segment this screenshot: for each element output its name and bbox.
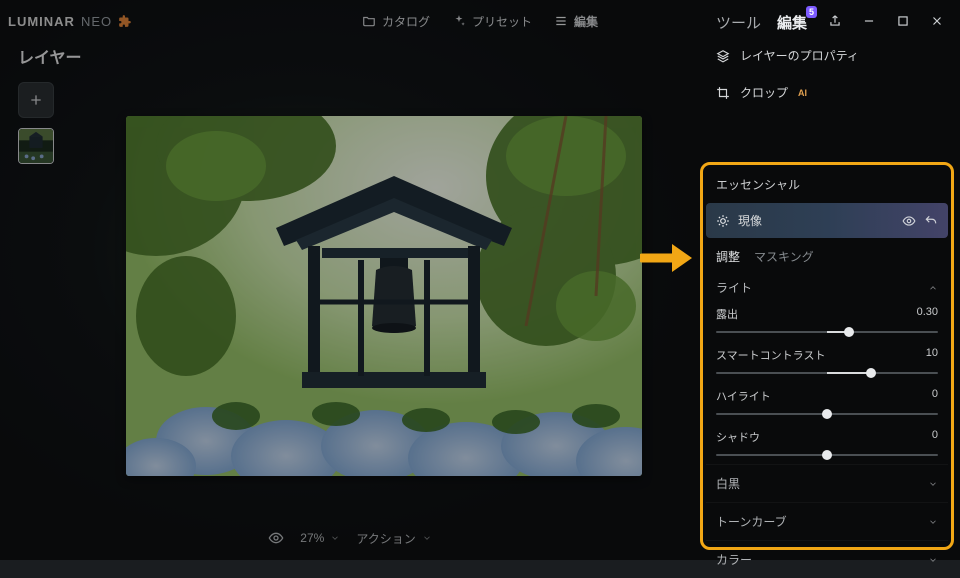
plus-icon (28, 92, 44, 108)
layer-properties-label: レイヤーのプロパティ (740, 47, 859, 64)
slider-value: 0 (932, 388, 938, 404)
layer-thumbnail[interactable] (18, 128, 54, 164)
slider-thumb[interactable] (822, 450, 832, 460)
sun-icon (716, 214, 730, 228)
share-icon[interactable] (828, 14, 842, 28)
nav-catalog-label: カタログ (382, 13, 430, 30)
canvas-image (126, 116, 642, 476)
logo-sub: NEO (81, 14, 112, 29)
subtab-masking[interactable]: マスキング (754, 248, 814, 265)
layer-properties-row[interactable]: レイヤーのプロパティ (700, 37, 960, 74)
nav-catalog[interactable]: カタログ (362, 13, 430, 30)
maximize-icon[interactable] (896, 14, 910, 28)
nav-edit-label: 編集 (574, 13, 598, 30)
eye-icon (268, 530, 284, 546)
slider-label: シャドウ (716, 429, 760, 445)
actions-menu[interactable]: アクション (356, 530, 431, 547)
slider-thumb[interactable] (822, 409, 832, 419)
window-controls (812, 0, 960, 42)
tool-row-label: トーンカーブ (716, 513, 787, 530)
slider-track[interactable] (716, 325, 938, 339)
crop-row[interactable]: クロップ AI (700, 74, 960, 111)
nav-edit[interactable]: 編集 (554, 13, 598, 30)
chevron-down-icon (422, 533, 432, 543)
puzzle-icon (118, 14, 132, 28)
thumbnail-image (19, 129, 53, 163)
chevron-down-icon (928, 517, 938, 527)
crop-label: クロップ (740, 84, 788, 101)
slider-label: スマートコントラスト (716, 347, 825, 363)
sliders-icon (554, 14, 568, 28)
closed-tools: 白黒トーンカーブカラー (706, 464, 948, 578)
sparkle-icon (452, 14, 466, 28)
tool-row-2[interactable]: カラー (706, 540, 948, 578)
logo-main: LUMINAR (8, 14, 75, 29)
slider-value: 0.30 (917, 306, 938, 322)
add-layer-button[interactable] (18, 82, 54, 118)
slider-value: 10 (926, 347, 938, 363)
develop-tool-header[interactable]: 現像 (706, 203, 948, 238)
slider-value: 0 (932, 429, 938, 445)
zoom-display[interactable]: 27% (300, 531, 340, 545)
chevron-down-icon (928, 479, 938, 489)
tool-row-1[interactable]: トーンカーブ (706, 502, 948, 540)
tab-tools[interactable]: ツール (716, 12, 761, 33)
annotation-arrow-icon (640, 240, 696, 276)
slider-0: 露出 0.30 (706, 300, 948, 341)
top-nav: カタログ プリセット 編集 (362, 13, 598, 30)
slider-thumb[interactable] (844, 327, 854, 337)
app-logo: LUMINAR NEO (8, 14, 132, 29)
chevron-down-icon (330, 533, 340, 543)
slider-label: 露出 (716, 306, 738, 322)
essentials-panel: エッセンシャル 現像 調整 マスキング ライト 露出 0.30 スマートコントラス… (706, 168, 948, 544)
minimize-icon[interactable] (862, 14, 876, 28)
light-group-label: ライト (716, 279, 752, 296)
essentials-header: エッセンシャル (706, 168, 948, 203)
slider-track[interactable] (716, 366, 938, 380)
slider-track[interactable] (716, 407, 938, 421)
subtab-adjust[interactable]: 調整 (716, 248, 740, 265)
light-group-header[interactable]: ライト (706, 271, 948, 300)
slider-2: ハイライト 0 (706, 382, 948, 423)
close-icon[interactable] (930, 14, 944, 28)
slider-1: スマートコントラスト 10 (706, 341, 948, 382)
slider-thumb[interactable] (866, 368, 876, 378)
crop-icon (716, 86, 730, 100)
zoom-value: 27% (300, 531, 324, 545)
slider-track[interactable] (716, 448, 938, 462)
folder-icon (362, 14, 376, 28)
slider-3: シャドウ 0 (706, 423, 948, 464)
undo-icon[interactable] (924, 214, 938, 228)
actions-label: アクション (356, 530, 415, 547)
develop-label: 現像 (738, 212, 894, 229)
tool-row-label: 白黒 (716, 475, 740, 492)
ai-badge: AI (798, 88, 807, 98)
sliders-container: 露出 0.30 スマートコントラスト 10 ハイライト 0 シャドウ 0 (706, 300, 948, 464)
slider-label: ハイライト (716, 388, 771, 404)
tab-edits-label: 編集 (777, 15, 807, 32)
eye-icon[interactable] (902, 214, 916, 228)
nav-presets-label: プリセット (472, 13, 532, 30)
bottom-bar: 27% アクション (0, 516, 700, 560)
image-canvas[interactable] (126, 116, 642, 476)
layers-icon (716, 49, 730, 63)
tab-edits[interactable]: 編集 5 (777, 12, 807, 33)
chevron-up-icon (928, 283, 938, 293)
develop-subtabs: 調整 マスキング (706, 238, 948, 271)
preview-toggle[interactable] (268, 530, 284, 546)
nav-presets[interactable]: プリセット (452, 13, 532, 30)
tool-row-0[interactable]: 白黒 (706, 464, 948, 502)
layers-title: レイヤー (18, 44, 82, 68)
